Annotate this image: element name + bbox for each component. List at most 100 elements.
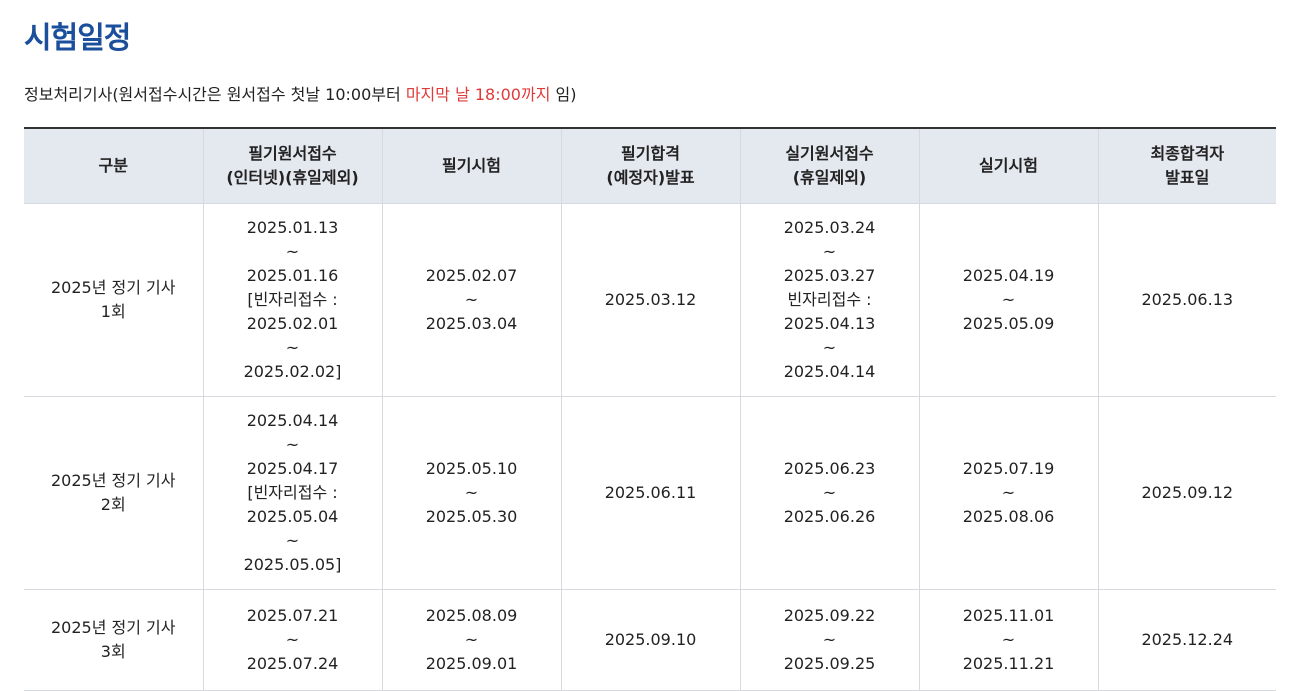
cell-line: 2025.02.02]: [243, 362, 342, 381]
cell-line: 2025.04.13: [783, 314, 876, 333]
cell-line: ~: [285, 435, 300, 454]
practical-exam-cell: 2025.04.19 ~2025.05.09: [918, 203, 1099, 397]
cell-line: 2025.05.30: [425, 507, 518, 526]
cell-line: 2025.04.14: [783, 362, 876, 381]
cell-line: 1회: [100, 302, 126, 321]
table-row: 2025년 정기 기사 3회 2025.07.21 ~2025.07.24 2025.0…: [24, 589, 1276, 691]
schedule-subtitle: 정보처리기사(원서접수시간은 원서접수 첫날 10:00부터 마지막 날 18:…: [24, 84, 577, 106]
cell-line: 2025.06.11: [604, 483, 697, 502]
practical-exam-cell: 2025.11.01 ~2025.11.21: [918, 589, 1099, 691]
cell-line: 2025.09.10: [604, 630, 697, 649]
cell-line: 2025.05.09: [962, 314, 1055, 333]
table-body: 2025년 정기 기사 1회 2025.01.13 ~2025.01.16 [빈자리접수…: [24, 203, 1276, 691]
header-cell-written-exam: 필기시험: [381, 128, 562, 204]
subtitle-highlight: 마지막 날 18:00까지: [405, 85, 551, 104]
cell-line: 2025.11.01: [962, 606, 1055, 625]
cell-line: ~: [285, 630, 300, 649]
cell-line: ~: [1001, 290, 1016, 309]
cell-line: 2025.08.06: [962, 507, 1055, 526]
cell-line: 2025.02.01: [246, 314, 339, 333]
final-result-cell: 2025.12.24: [1097, 589, 1276, 691]
subtitle-prefix: 정보처리기사(원서접수시간은 원서접수 첫날 10:00부터: [24, 85, 406, 104]
header-line: 필기합격: [621, 144, 680, 163]
cell-line: ~: [285, 531, 300, 550]
cell-line: 2025.08.09: [425, 606, 518, 625]
cell-line: 2025.03.04: [425, 314, 518, 333]
cell-line: 2025.06.13: [1141, 290, 1234, 309]
header-line: (휴일제외): [792, 168, 867, 187]
cell-line: ~: [822, 242, 837, 261]
cell-line: 3회: [100, 642, 126, 661]
cell-line: ~: [464, 290, 479, 309]
cell-line: 2회: [100, 495, 126, 514]
cell-line: [빈자리접수 :: [247, 483, 338, 502]
exam-schedule-table: 구분 필기원서접수 (인터넷)(휴일제외) 필기시험 필기합격 (예정자)발표 …: [24, 127, 1276, 691]
cell-line: ~: [285, 338, 300, 357]
header-line: 필기시험: [442, 156, 501, 175]
header-line: 발표일: [1165, 168, 1210, 187]
header-line: (인터넷)(휴일제외): [226, 168, 359, 187]
practical-application-cell: 2025.09.22 ~2025.09.25: [739, 589, 920, 691]
category-cell: 2025년 정기 기사 1회: [24, 203, 204, 397]
written-application-cell: 2025.04.14 ~2025.04.17 [빈자리접수 : 2025.05.04 ~…: [202, 396, 383, 590]
cell-line: 2025년 정기 기사: [51, 278, 176, 297]
cell-line: ~: [285, 242, 300, 261]
page: 시험일정 정보처리기사(원서접수시간은 원서접수 첫날 10:00부터 마지막 …: [0, 0, 1301, 691]
cell-line: 2025.07.21: [246, 606, 339, 625]
header-line: 필기원서접수: [248, 144, 337, 163]
cell-line: 2025.04.17: [246, 459, 339, 478]
cell-line: ~: [464, 630, 479, 649]
cell-line: [빈자리접수 :: [247, 290, 338, 309]
cell-line: 2025.03.27: [783, 266, 876, 285]
cell-line: 2025년 정기 기사: [51, 471, 176, 490]
table-row: 2025년 정기 기사 2회 2025.04.14 ~2025.04.17 [빈자리접수…: [24, 396, 1276, 590]
cell-line: 2025.03.24: [783, 218, 876, 237]
header-cell-practical-application: 실기원서접수 (휴일제외): [739, 128, 920, 204]
subtitle-suffix: 임): [550, 85, 577, 104]
cell-line: ~: [822, 630, 837, 649]
cell-line: 2025.05.04: [246, 507, 339, 526]
written-result-cell: 2025.06.11: [560, 396, 741, 590]
category-cell: 2025년 정기 기사 2회: [24, 396, 204, 590]
written-application-cell: 2025.01.13 ~2025.01.16 [빈자리접수 : 2025.02.01 ~…: [202, 203, 383, 397]
cell-line: ~: [1001, 483, 1016, 502]
header-row: 구분 필기원서접수 (인터넷)(휴일제외) 필기시험 필기합격 (예정자)발표 …: [24, 128, 1276, 204]
cell-line: 2025.01.13: [246, 218, 339, 237]
cell-line: 2025.04.14: [246, 411, 339, 430]
written-result-cell: 2025.03.12: [560, 203, 741, 397]
cell-line: 2025.06.23: [783, 459, 876, 478]
cell-line: 2025.11.21: [962, 654, 1055, 673]
cell-line: 2025.09.25: [783, 654, 876, 673]
cell-line: 빈자리접수 :: [787, 290, 872, 309]
header-line: (예정자)발표: [606, 168, 695, 187]
written-exam-cell: 2025.02.07 ~2025.03.04: [381, 203, 562, 397]
cell-line: ~: [464, 483, 479, 502]
header-cell-written-application: 필기원서접수 (인터넷)(휴일제외): [202, 128, 383, 204]
header-line: 구분: [98, 156, 128, 175]
header-cell-final-result: 최종합격자 발표일: [1097, 128, 1276, 204]
category-cell: 2025년 정기 기사 3회: [24, 589, 204, 691]
table-row: 2025년 정기 기사 1회 2025.01.13 ~2025.01.16 [빈자리접수…: [24, 203, 1276, 397]
cell-line: 2025.04.19: [962, 266, 1055, 285]
cell-line: 2025.01.16: [246, 266, 339, 285]
cell-line: 2025.12.24: [1141, 630, 1234, 649]
cell-line: ~: [822, 338, 837, 357]
cell-line: 2025.09.22: [783, 606, 876, 625]
cell-line: 2025년 정기 기사: [51, 618, 176, 637]
cell-line: 2025.06.26: [783, 507, 876, 526]
final-result-cell: 2025.09.12: [1097, 396, 1276, 590]
written-exam-cell: 2025.08.09 ~2025.09.01: [381, 589, 562, 691]
practical-application-cell: 2025.06.23 ~2025.06.26: [739, 396, 920, 590]
cell-line: 2025.05.10: [425, 459, 518, 478]
written-result-cell: 2025.09.10: [560, 589, 741, 691]
cell-line: 2025.09.12: [1141, 483, 1234, 502]
header-line: 최종합격자: [1150, 144, 1225, 163]
header-cell-written-result: 필기합격 (예정자)발표: [560, 128, 741, 204]
page-title: 시험일정: [24, 21, 131, 56]
header-line: 실기원서접수: [785, 144, 874, 163]
cell-line: ~: [1001, 630, 1016, 649]
cell-line: 2025.07.19: [962, 459, 1055, 478]
cell-line: ~: [822, 483, 837, 502]
header-cell-practical-exam: 실기시험: [918, 128, 1099, 204]
cell-line: 2025.09.01: [425, 654, 518, 673]
